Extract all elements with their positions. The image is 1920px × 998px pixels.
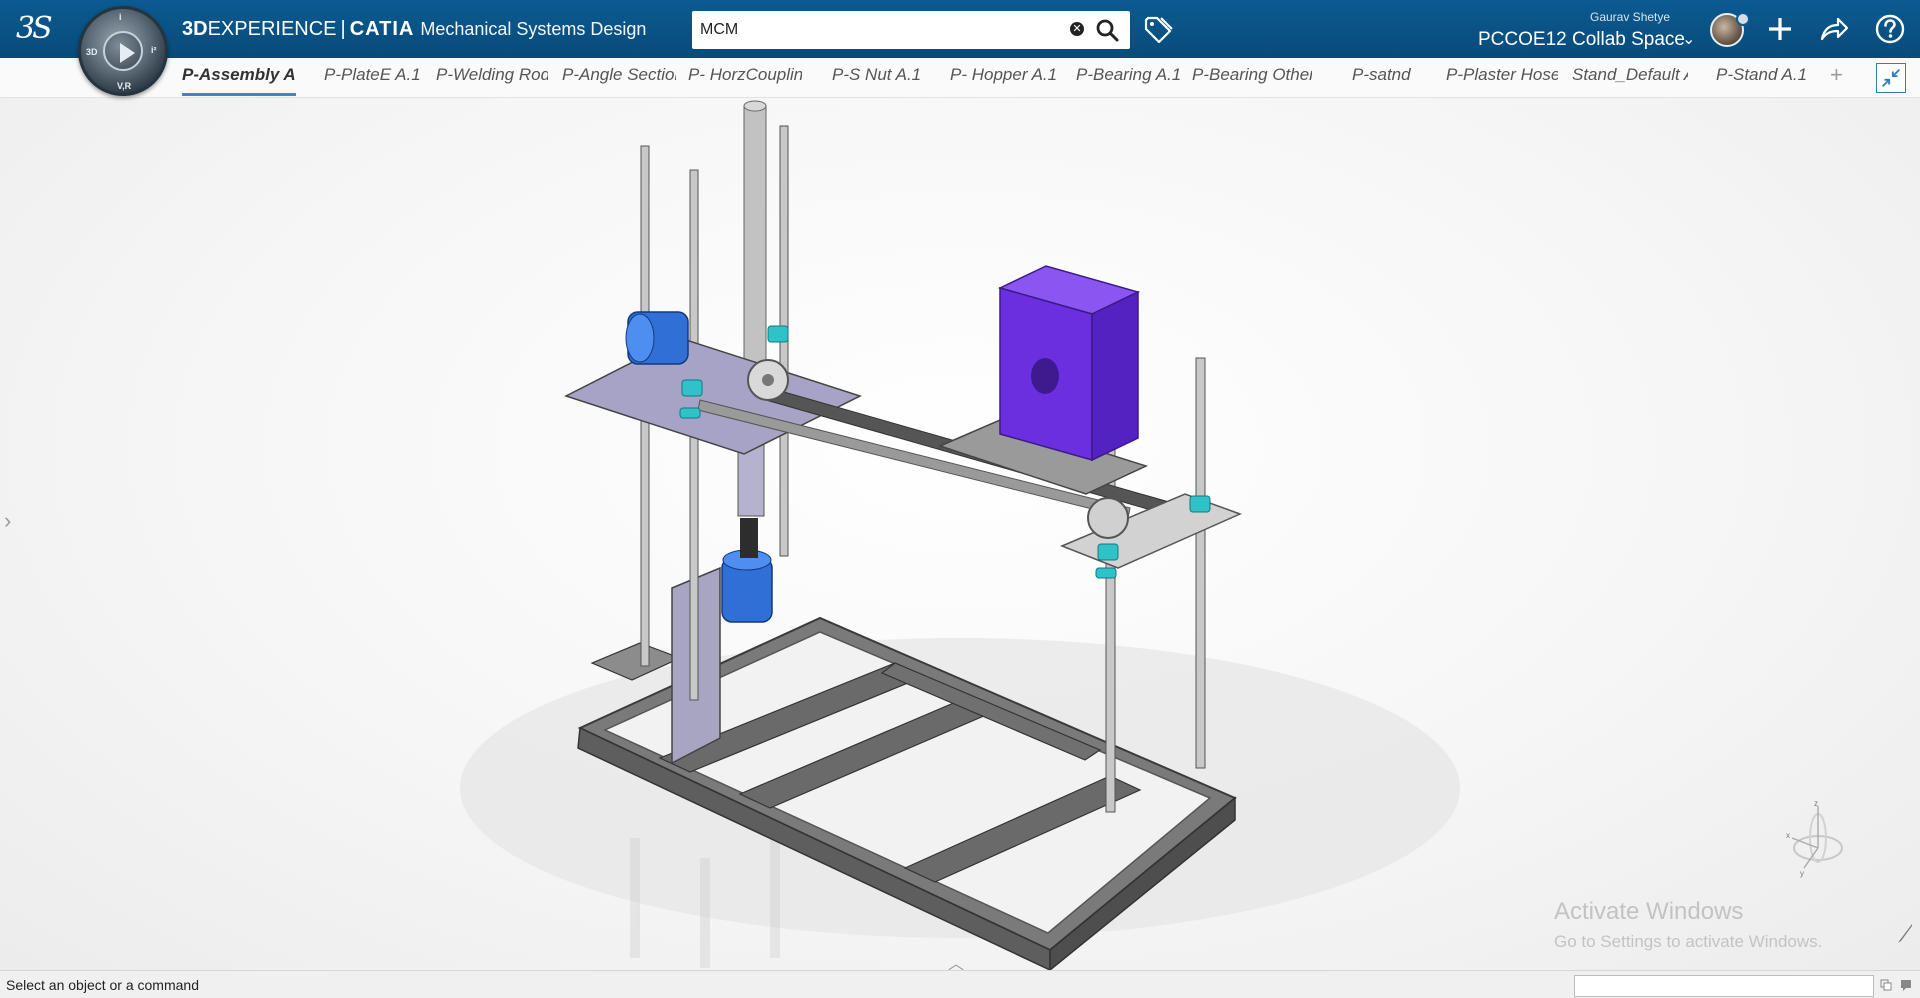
tab-p-satnd[interactable]: P-satnd xyxy=(1352,58,1432,98)
compass-play-button[interactable] xyxy=(103,31,143,71)
brand-experience: EXPERIENCE xyxy=(207,18,337,40)
pen-icon[interactable] xyxy=(1896,922,1914,944)
chevron-down-icon[interactable]: ⌄ xyxy=(1682,29,1695,49)
tab-p-platee[interactable]: P-PlateE A.1 xyxy=(324,58,434,98)
status-bar: Select an object or a command xyxy=(0,970,1920,998)
help-icon[interactable] xyxy=(1874,13,1906,45)
clear-search-icon[interactable]: ✕ xyxy=(1070,22,1084,36)
compass-right-label: i² xyxy=(151,45,157,55)
compass-widget[interactable]: i 3D i² V,R xyxy=(78,6,168,96)
tab-p-hopper[interactable]: P- Hopper A.1 xyxy=(950,58,1062,98)
3d-viewport[interactable]: › ︿ z x y Activate Windows Go to Setting… xyxy=(0,98,1920,970)
triad-y-label: y xyxy=(1800,869,1804,878)
search-input[interactable] xyxy=(700,17,1060,43)
share-icon[interactable] xyxy=(1818,13,1850,45)
compass-bottom-label: V,R xyxy=(117,81,132,91)
top-bar: 3S 3DEXPERIENCE | CATIA Mechanical Systems … xyxy=(0,0,1920,58)
command-input[interactable] xyxy=(1574,975,1874,997)
brand-separator: | xyxy=(340,18,346,40)
brand-catia: CATIA xyxy=(349,18,415,40)
tab-p-s-nut[interactable]: P-S Nut A.1 xyxy=(832,58,932,98)
editor-tab-bar: P-Assembly A. P-PlateE A.1 P-Welding Rod… xyxy=(0,58,1920,98)
search-box xyxy=(692,11,1130,49)
axis-triad-icon[interactable]: z x y xyxy=(1780,798,1850,878)
collab-space-selector[interactable]: PCCOE12 Collab Space xyxy=(1478,29,1685,51)
app-brand: 3DEXPERIENCE | CATIA Mechanical Systems Des… xyxy=(182,18,646,41)
tab-p-bearing[interactable]: P-Bearing A.1 xyxy=(1076,58,1186,98)
add-icon[interactable] xyxy=(1764,13,1796,45)
pulley-right[interactable] xyxy=(1087,497,1129,539)
app-name: Mechanical Systems Design xyxy=(420,19,647,39)
window-restore-icon[interactable] xyxy=(1880,979,1892,991)
triad-z-label: z xyxy=(1814,799,1818,808)
compass-left-label: 3D xyxy=(86,47,98,57)
bottom-motor[interactable] xyxy=(721,518,773,623)
message-icon[interactable] xyxy=(1900,979,1912,991)
compass-top-label: i xyxy=(119,12,122,22)
activation-watermark-subtitle: Go to Settings to activate Windows. xyxy=(1554,932,1823,951)
brand-3d: 3D xyxy=(182,18,208,40)
action-bar-expand-icon[interactable]: ︿ xyxy=(948,950,964,970)
tab-p-bearing-other[interactable]: P-Bearing Other xyxy=(1192,58,1312,98)
tab-p-angle-section[interactable]: P-Angle Section xyxy=(562,58,676,98)
tab-p-assembly[interactable]: P-Assembly A. xyxy=(182,58,296,98)
exit-fullscreen-icon[interactable] xyxy=(1876,63,1906,93)
pulley-hub xyxy=(762,374,774,386)
triad-x-label: x xyxy=(1786,831,1790,840)
side-panel-expand-icon[interactable]: › xyxy=(4,508,11,534)
tab-p-welding-rod[interactable]: P-Welding Rod xyxy=(436,58,548,98)
activation-watermark-title: Activate Windows xyxy=(1554,898,1744,925)
status-message: Select an object or a command xyxy=(6,977,199,993)
hopper[interactable] xyxy=(997,265,1141,462)
add-tab-button[interactable]: + xyxy=(1830,62,1843,88)
assembly-model[interactable] xyxy=(0,98,1920,970)
play-icon xyxy=(120,43,135,63)
top-motor[interactable] xyxy=(625,311,689,365)
user-status-badge xyxy=(1736,12,1750,26)
search-icon[interactable] xyxy=(1094,17,1120,43)
user-name: Gaurav Shetye xyxy=(1590,10,1671,24)
tab-p-stand[interactable]: P-Stand A.1 xyxy=(1716,58,1812,98)
dassault-logo[interactable]: 3S xyxy=(16,9,60,49)
tab-stand-default[interactable]: Stand_Default A xyxy=(1572,58,1688,98)
tab-p-plaster-hose[interactable]: P-Plaster Hose xyxy=(1446,58,1558,98)
tag-icon[interactable] xyxy=(1142,14,1174,46)
tab-p-horzcouplin[interactable]: P- HorzCouplin xyxy=(688,58,802,98)
